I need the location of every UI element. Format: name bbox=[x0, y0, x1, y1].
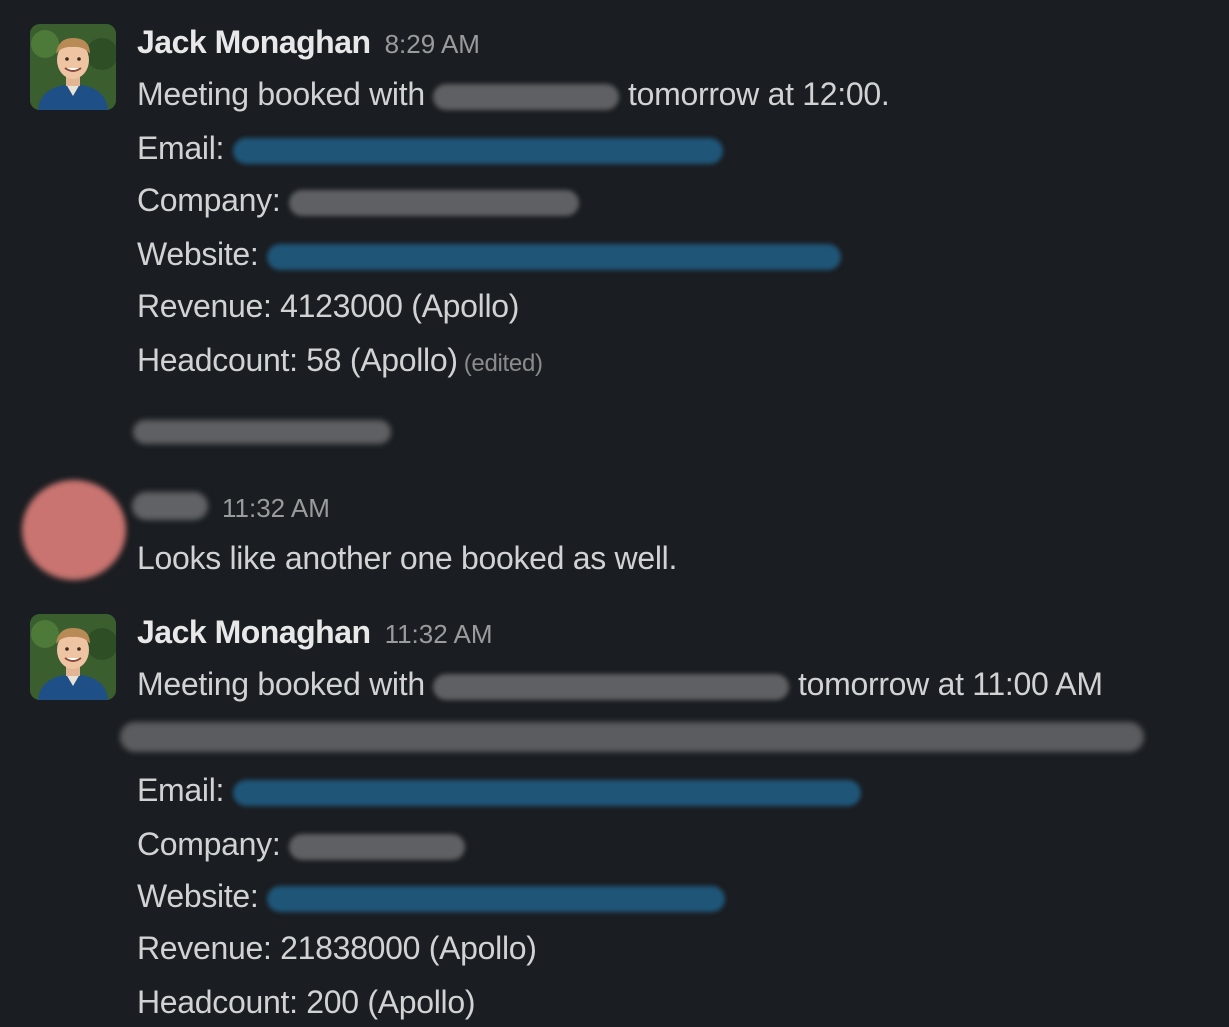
timestamp[interactable]: 8:29 AM bbox=[385, 29, 480, 59]
headcount-line: Headcount: 200 (Apollo) bbox=[137, 984, 476, 1020]
redacted-text bbox=[120, 722, 1144, 752]
redacted-company bbox=[289, 833, 466, 860]
user-photo-icon bbox=[30, 24, 116, 110]
message-header: 11:32 AM bbox=[208, 488, 330, 533]
message-text: Looks like another one booked as well. bbox=[137, 540, 678, 576]
company-line: Company: bbox=[137, 180, 580, 220]
redacted-name bbox=[433, 673, 790, 700]
sender-name[interactable]: Jack Monaghan bbox=[137, 614, 371, 650]
redacted-website bbox=[267, 243, 842, 270]
message-header: Jack Monaghan 8:29 AM bbox=[137, 22, 480, 69]
redacted-email bbox=[232, 137, 723, 164]
redacted-sender-name bbox=[132, 492, 208, 520]
website-line: Website: bbox=[137, 234, 842, 274]
sender-name[interactable]: Jack Monaghan bbox=[137, 24, 371, 60]
timestamp[interactable]: 11:32 AM bbox=[385, 619, 493, 649]
message-header: Jack Monaghan 11:32 AM bbox=[137, 612, 493, 659]
headcount-line: Headcount: 58 (Apollo) (edited) bbox=[137, 342, 543, 378]
email-line: Email: bbox=[137, 770, 861, 810]
redacted-company bbox=[289, 189, 580, 216]
company-line: Company: bbox=[137, 824, 466, 864]
redacted-name bbox=[433, 83, 620, 110]
email-line: Email: bbox=[137, 128, 723, 168]
redacted-email bbox=[232, 779, 861, 806]
timestamp[interactable]: 11:32 AM bbox=[222, 493, 330, 523]
avatar[interactable] bbox=[30, 24, 116, 110]
avatar-redacted[interactable] bbox=[22, 480, 126, 580]
meeting-line: Meeting booked with tomorrow at 11:00 AM bbox=[137, 666, 1103, 702]
avatar[interactable] bbox=[30, 614, 116, 700]
meeting-line: Meeting booked with tomorrow at 12:00. bbox=[137, 76, 890, 112]
edited-marker: (edited) bbox=[463, 350, 543, 377]
revenue-line: Revenue: 4123000 (Apollo) bbox=[137, 288, 520, 324]
redacted-website bbox=[267, 885, 726, 912]
website-line: Website: bbox=[137, 876, 726, 916]
redacted-text bbox=[133, 420, 391, 444]
user-photo-icon bbox=[30, 614, 116, 700]
revenue-line: Revenue: 21838000 (Apollo) bbox=[137, 930, 537, 966]
